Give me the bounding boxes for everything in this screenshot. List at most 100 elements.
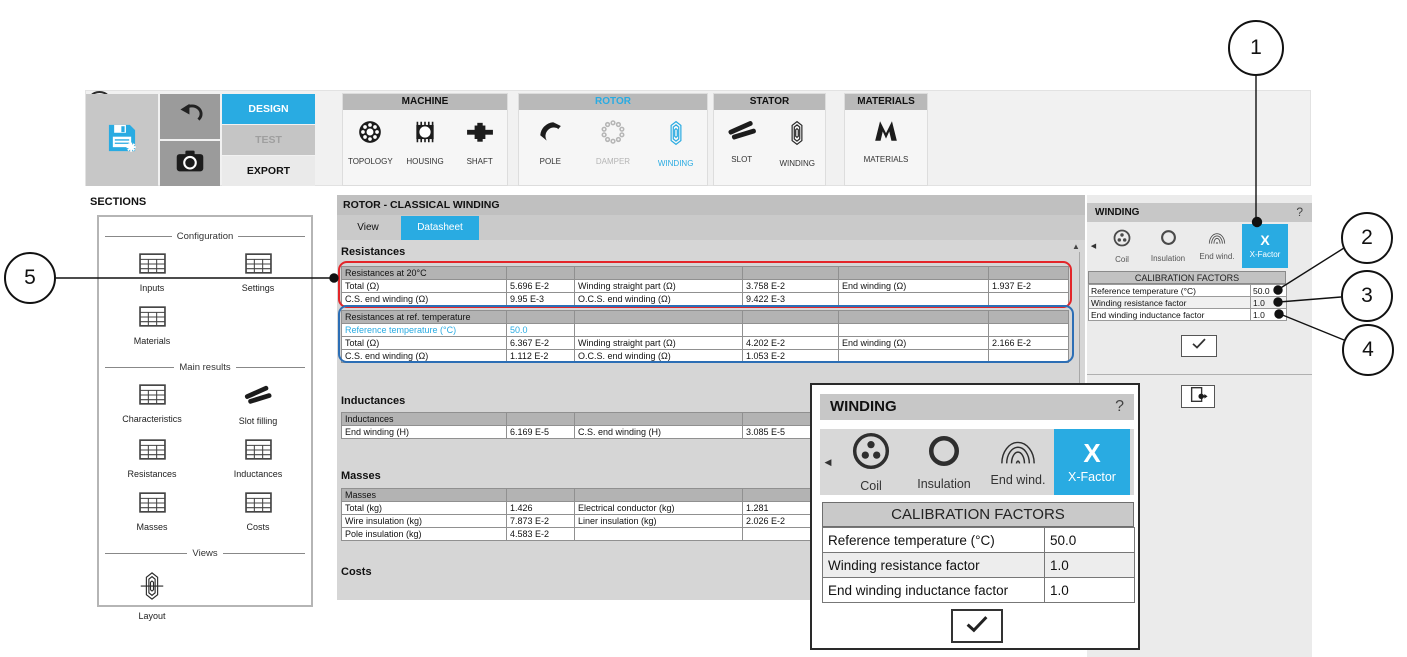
export-button[interactable]: EXPORT	[222, 156, 315, 186]
sidebar-item-resistances[interactable]: Resistances	[99, 439, 205, 479]
table-header-row: Resistances at 20°C	[342, 267, 1069, 280]
callout-circle-4: 4	[1342, 324, 1394, 376]
winding-panel-zoom-popup: WINDING? ◀ Coil Insulation End wind. X X…	[810, 383, 1140, 650]
table-icon	[139, 253, 166, 279]
sidebar-item-label: Layout	[138, 611, 165, 621]
sidebar-item-costs[interactable]: Costs	[205, 492, 311, 532]
section-heading-inductances: Inductances	[341, 395, 405, 407]
value-cell: 9.95 E-3	[507, 293, 575, 306]
label-cell: Electrical conductor (kg)	[575, 502, 743, 515]
header-cell: Resistances at 20°C	[342, 267, 507, 280]
sidebar-item-inputs[interactable]: Inputs	[99, 253, 205, 293]
label-cell: Reference temperature (°C)	[1089, 285, 1251, 297]
tab-end-wind[interactable]: End wind.	[1192, 224, 1242, 268]
section-heading-masses: Masses	[341, 470, 381, 482]
tab-datasheet[interactable]: Datasheet	[401, 216, 479, 240]
tab-coil[interactable]: Coil	[1100, 224, 1144, 268]
scroll-up-icon[interactable]: ▲	[1072, 242, 1080, 251]
sidebar-item-layout[interactable]: Layout	[99, 570, 205, 621]
tab-x-factor[interactable]: X X-Factor	[1242, 224, 1288, 268]
value-cell: 4.583 E-2	[507, 528, 575, 541]
toolbar-item-label: DAMPER	[596, 157, 630, 166]
value-cell[interactable]: 50.0	[1045, 528, 1135, 553]
popup-tab-coil[interactable]: Coil	[836, 429, 906, 495]
sidebar-item-masses[interactable]: Masses	[99, 492, 205, 532]
module-group-stator: STATOR SLOT WINDING	[713, 93, 826, 186]
undo-button[interactable]	[160, 94, 220, 139]
toolbar-item-stator-winding[interactable]: WINDING	[770, 119, 826, 168]
sidebar-item-characteristics[interactable]: Characteristics	[99, 384, 205, 426]
sidebar-item-materials[interactable]: Materials	[99, 306, 205, 346]
toolbar-item-materials[interactable]: MATERIALS	[858, 119, 914, 164]
x-factor-icon: X	[1260, 233, 1269, 247]
value-cell: 6.169 E-5	[507, 426, 575, 439]
sidebar-item-slot-filling[interactable]: Slot filling	[205, 384, 311, 426]
toolbar-item-housing[interactable]: HOUSING	[398, 119, 453, 166]
table-row: Reference temperature (°C)50.0	[823, 528, 1135, 553]
popup-help-icon[interactable]: ?	[1115, 394, 1124, 420]
label-cell: Total (Ω)	[342, 280, 507, 293]
value-cell: 5.696 E-2	[507, 280, 575, 293]
label-cell: O.C.S. end winding (Ω)	[575, 350, 743, 363]
winding-icon	[663, 119, 689, 152]
tab-view[interactable]: View	[337, 215, 399, 240]
top-toolbar: DESIGN TEST EXPORT MACHINE TOPOLOGY HOUS…	[85, 90, 1311, 186]
damper-icon	[600, 119, 626, 150]
label-cell: C.S. end winding (Ω)	[342, 293, 507, 306]
toolbar-item-topology[interactable]: TOPOLOGY	[343, 119, 398, 166]
calibration-factors-header: CALIBRATION FACTORS	[1088, 271, 1286, 284]
design-button[interactable]: DESIGN	[222, 94, 315, 124]
label-cell: End winding inductance factor	[1089, 309, 1251, 321]
table-row: Winding resistance factor1.0	[1089, 297, 1287, 309]
slot-icon	[728, 119, 756, 148]
table-row: Total (Ω)5.696 E-2Winding straight part …	[342, 280, 1069, 293]
camera-button[interactable]	[160, 141, 220, 186]
confirm-button[interactable]	[1181, 335, 1217, 357]
toolbar-item-slot[interactable]: SLOT	[714, 119, 770, 164]
value-cell[interactable]: 1.0	[1045, 553, 1135, 578]
sidebar-item-inductances[interactable]: Inductances	[205, 439, 311, 479]
table-row: Reference temperature (°C)50.0	[1089, 285, 1287, 297]
value-cell[interactable]: 1.0	[1251, 297, 1287, 309]
save-icon	[105, 121, 139, 160]
value-cell[interactable]: 1.0	[1045, 578, 1135, 603]
popup-tab-x-factor[interactable]: X X-Factor	[1054, 429, 1130, 495]
value-cell: 7.873 E-2	[507, 515, 575, 528]
popup-confirm-button[interactable]	[951, 609, 1003, 643]
toolbar-item-pole[interactable]: POLE	[522, 119, 578, 166]
export-results-button[interactable]	[1181, 385, 1215, 408]
value-cell[interactable]: 50.0	[1251, 285, 1287, 297]
toolbar-item-label: POLE	[540, 157, 561, 166]
insulation-icon	[1160, 229, 1177, 251]
toolbar-item-shaft[interactable]: SHAFT	[452, 119, 507, 166]
test-button[interactable]: TEST	[222, 125, 315, 155]
table-icon	[245, 492, 272, 518]
sidebar-item-settings[interactable]: Settings	[205, 253, 311, 293]
value-cell: 1.937 E-2	[989, 280, 1069, 293]
label-cell: Winding straight part (Ω)	[575, 337, 743, 350]
toolbar-item-rotor-winding[interactable]: WINDING	[648, 119, 704, 168]
label-cell	[839, 293, 989, 306]
label-cell: C.S. end winding (Ω)	[342, 350, 507, 363]
toolbar-item-label: WINDING	[779, 159, 815, 168]
undo-icon	[175, 101, 205, 133]
label-cell	[839, 350, 989, 363]
tab-label: Insulation	[1151, 254, 1185, 263]
panel-help-icon[interactable]: ?	[1296, 203, 1303, 222]
label-cell: End winding (Ω)	[839, 280, 989, 293]
table-row-reference-temperature: Reference temperature (°C)50.0	[342, 324, 1069, 337]
save-button[interactable]	[86, 94, 158, 186]
winding-icon	[784, 119, 810, 152]
back-arrow-icon[interactable]: ◀	[1087, 224, 1100, 268]
check-icon	[964, 614, 990, 639]
tab-insulation[interactable]: Insulation	[1144, 224, 1192, 268]
sidebar-item-label: Inductances	[234, 469, 283, 479]
tab-label: X-Factor	[1250, 250, 1281, 259]
value-cell[interactable]: 1.0	[1251, 309, 1287, 321]
popup-tab-insulation[interactable]: Insulation	[906, 429, 982, 495]
group-legend-configuration: Configuration	[99, 231, 311, 242]
back-arrow-icon[interactable]: ◀	[820, 429, 836, 495]
popup-tab-end-wind[interactable]: End wind.	[982, 429, 1054, 495]
label-cell: End winding inductance factor	[823, 578, 1045, 603]
callout-circle-1: 1	[1228, 20, 1284, 76]
